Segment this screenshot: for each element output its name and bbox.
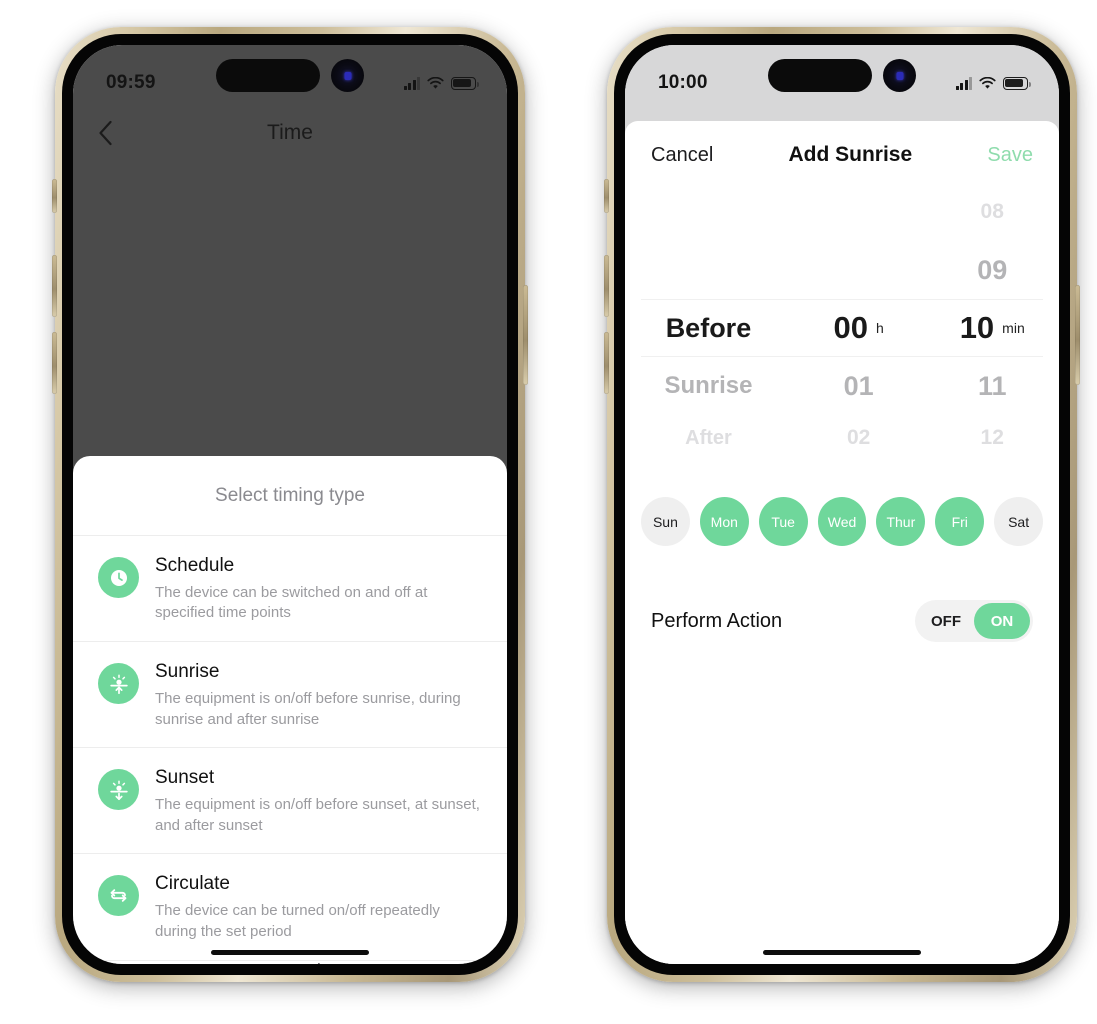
toggle-option-off[interactable]: OFF — [918, 603, 974, 639]
island-pill — [216, 59, 320, 92]
sheet-title: Select timing type — [73, 456, 507, 536]
day-thur[interactable]: Thur — [876, 497, 926, 546]
picker-column-relation[interactable]: Before Sunrise After — [625, 203, 792, 453]
volume-up-button[interactable] — [52, 255, 57, 317]
timing-type-sheet: Select timing type Schedule The device c… — [73, 456, 507, 964]
status-indicators — [403, 76, 479, 90]
front-camera-icon — [331, 59, 364, 92]
dynamic-island-right — [768, 59, 916, 92]
picker-item: Sunrise — [664, 372, 753, 399]
clock-icon — [98, 557, 139, 598]
cancel-button[interactable]: Cancel — [651, 144, 713, 167]
island-pill — [768, 59, 872, 92]
option-schedule[interactable]: Schedule The device can be switched on a… — [73, 536, 507, 643]
front-camera-icon — [883, 59, 916, 92]
volume-up-button[interactable] — [604, 255, 609, 317]
day-fri[interactable]: Fri — [935, 497, 985, 546]
picker-item-selected: Before — [665, 312, 752, 343]
phone-left-screen: 09:59 Time Select timing type Schedule T… — [73, 45, 507, 964]
option-description: The equipment is on/off before sunset, a… — [155, 796, 480, 834]
action-button[interactable] — [604, 179, 609, 213]
page-title: Time — [267, 121, 313, 144]
add-sunrise-modal: Cancel Add Sunrise Save Before Sunrise A… — [625, 121, 1059, 964]
modal-nav-bar: Cancel Add Sunrise Save — [625, 121, 1059, 185]
option-description: The device can be turned on/off repeated… — [155, 902, 440, 940]
battery-icon — [1003, 76, 1031, 90]
home-indicator — [211, 949, 369, 955]
day-tue[interactable]: Tue — [758, 497, 808, 546]
picker-item: 12 — [980, 426, 1004, 449]
nav-bar-left: Time — [73, 107, 507, 159]
phone-left-bezel: 09:59 Time Select timing type Schedule T… — [62, 34, 518, 975]
cellular-signal-icon — [403, 76, 420, 90]
picker-item: 01 — [843, 370, 874, 401]
option-sunset[interactable]: Sunset The equipment is on/off before su… — [73, 748, 507, 855]
toggle-option-on[interactable]: ON — [974, 603, 1030, 639]
perform-action-label: Perform Action — [651, 609, 783, 632]
phone-left: 09:59 Time Select timing type Schedule T… — [52, 27, 528, 982]
picker-item-selected: 00 — [833, 310, 869, 345]
picker-item: 11 — [977, 370, 1007, 401]
day-sat[interactable]: Sat — [994, 497, 1044, 546]
cellular-signal-icon — [955, 76, 972, 90]
picker-item: 08 — [980, 200, 1004, 223]
perform-action-toggle[interactable]: OFF ON — [915, 600, 1033, 642]
picker-column-hour[interactable]: 00 h 01 02 — [792, 203, 926, 453]
option-text: Schedule The device can be switched on a… — [155, 554, 485, 624]
option-text: Sunrise The equipment is on/off before s… — [155, 660, 485, 730]
status-time: 10:00 — [658, 72, 708, 93]
phone-right: 10:00 Cancel Add Sunrise Save Before Sun… — [604, 27, 1080, 982]
minute-unit-label: min — [1002, 320, 1025, 336]
option-text: Circulate The device can be turned on/of… — [155, 872, 485, 942]
option-description: The device can be switched on and off at… — [155, 583, 428, 622]
power-button[interactable] — [1075, 285, 1080, 385]
phone-right-screen: 10:00 Cancel Add Sunrise Save Before Sun… — [625, 45, 1059, 964]
option-sunrise[interactable]: Sunrise The equipment is on/off before s… — [73, 642, 507, 749]
hour-unit-label: h — [876, 320, 884, 336]
day-wed[interactable]: Wed — [817, 497, 867, 546]
day-mon[interactable]: Mon — [699, 497, 749, 546]
option-title: Circulate — [155, 873, 230, 895]
volume-down-button[interactable] — [52, 332, 57, 394]
wifi-icon — [427, 76, 444, 90]
save-button[interactable]: Save — [987, 144, 1033, 167]
picker-item: 09 — [977, 254, 1008, 285]
perform-action-row: Perform Action OFF ON — [625, 600, 1059, 642]
status-indicators — [955, 76, 1031, 90]
screenshot-stage: 09:59 Time Select timing type Schedule T… — [0, 0, 1097, 1024]
wifi-icon — [979, 76, 996, 90]
time-picker[interactable]: Before Sunrise After 00 h 01 02 08 09 10… — [625, 200, 1059, 453]
option-title: Sunrise — [155, 661, 220, 683]
dynamic-island-left — [216, 59, 364, 92]
picker-item: After — [685, 426, 732, 449]
battery-icon — [451, 76, 479, 90]
option-description: The equipment is on/off before sunrise, … — [155, 689, 461, 728]
status-time: 09:59 — [106, 72, 156, 93]
sunset-icon — [98, 769, 139, 811]
option-title: Sunset — [155, 767, 215, 789]
picker-item-selected: 10 — [959, 310, 995, 345]
picker-column-minute[interactable]: 08 09 10 min 11 12 — [925, 200, 1059, 453]
circulate-icon — [98, 875, 139, 917]
volume-down-button[interactable] — [604, 332, 609, 394]
home-indicator — [763, 949, 921, 955]
sheet-cancel-button[interactable]: Cancel — [73, 961, 507, 965]
picker-item: 02 — [847, 426, 871, 449]
power-button[interactable] — [523, 285, 528, 385]
weekday-selector[interactable]: Sun Mon Tue Wed Thur Fri Sat — [625, 497, 1059, 546]
action-button[interactable] — [52, 179, 57, 213]
option-circulate[interactable]: Circulate The device can be turned on/of… — [73, 854, 507, 961]
modal-title: Add Sunrise — [788, 143, 913, 166]
option-text: Sunset The equipment is on/off before su… — [155, 766, 485, 836]
phone-right-bezel: 10:00 Cancel Add Sunrise Save Before Sun… — [614, 34, 1070, 975]
day-sun[interactable]: Sun — [641, 497, 690, 546]
sunrise-icon — [98, 663, 139, 705]
option-title: Schedule — [155, 555, 235, 576]
